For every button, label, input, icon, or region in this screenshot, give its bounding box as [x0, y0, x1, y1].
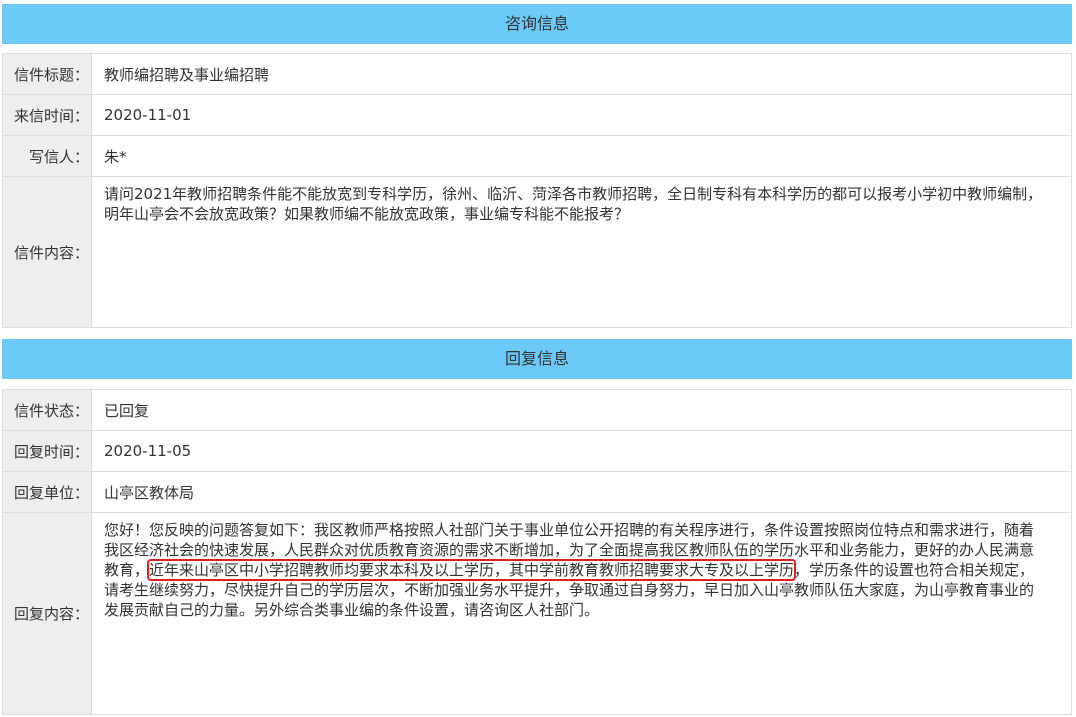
reply-date-label: 回复时间： — [2, 430, 92, 472]
letter-content-row: 信件内容： 请问2021年教师招聘条件能不能放宽到专科学历，徐州、临沂、菏泽各市… — [2, 176, 1072, 328]
letter-author-label: 写信人： — [2, 135, 92, 177]
letter-title-label: 信件标题： — [2, 53, 92, 95]
reply-status-row: 信件状态： 已回复 — [2, 389, 1072, 431]
reply-date-value: 2020-11-05 — [91, 430, 1072, 472]
consult-info-table: 信件标题： 教师编招聘及事业编招聘 来信时间： 2020-11-01 写信人： … — [2, 53, 1072, 328]
reply-info-table: 信件状态： 已回复 回复时间： 2020-11-05 回复单位： 山亭区教体局 … — [2, 389, 1072, 715]
letter-content-label: 信件内容： — [2, 176, 92, 328]
consult-section-header: 咨询信息 — [2, 4, 1072, 44]
letter-title-value: 教师编招聘及事业编招聘 — [91, 53, 1072, 95]
reply-unit-value: 山亭区教体局 — [91, 471, 1072, 513]
reply-date-row: 回复时间： 2020-11-05 — [2, 430, 1072, 472]
letter-author-value: 朱* — [91, 135, 1072, 177]
reply-status-label: 信件状态： — [2, 389, 92, 431]
reply-content-highlight: 近年来山亭区中小学招聘教师均要求本科及以上学历，其中学前教育教师招聘要求大专及以… — [147, 559, 797, 581]
reply-unit-row: 回复单位： 山亭区教体局 — [2, 471, 1072, 513]
letter-date-value: 2020-11-01 — [91, 94, 1072, 136]
reply-content-row: 回复内容： 您好！您反映的问题答复如下：我区教师严格按照人社部门关于事业单位公开… — [2, 512, 1072, 715]
reply-section-header: 回复信息 — [2, 339, 1072, 379]
letter-date-label: 来信时间： — [2, 94, 92, 136]
letter-author-row: 写信人： 朱* — [2, 135, 1072, 177]
reply-content-value: 您好！您反映的问题答复如下：我区教师严格按照人社部门关于事业单位公开招聘的有关程… — [91, 512, 1072, 715]
reply-content-label: 回复内容： — [2, 512, 92, 715]
reply-status-value: 已回复 — [91, 389, 1072, 431]
letter-content-value: 请问2021年教师招聘条件能不能放宽到专科学历，徐州、临沂、菏泽各市教师招聘，全… — [91, 176, 1072, 328]
letter-date-row: 来信时间： 2020-11-01 — [2, 94, 1072, 136]
letter-title-row: 信件标题： 教师编招聘及事业编招聘 — [2, 53, 1072, 95]
reply-unit-label: 回复单位： — [2, 471, 92, 513]
